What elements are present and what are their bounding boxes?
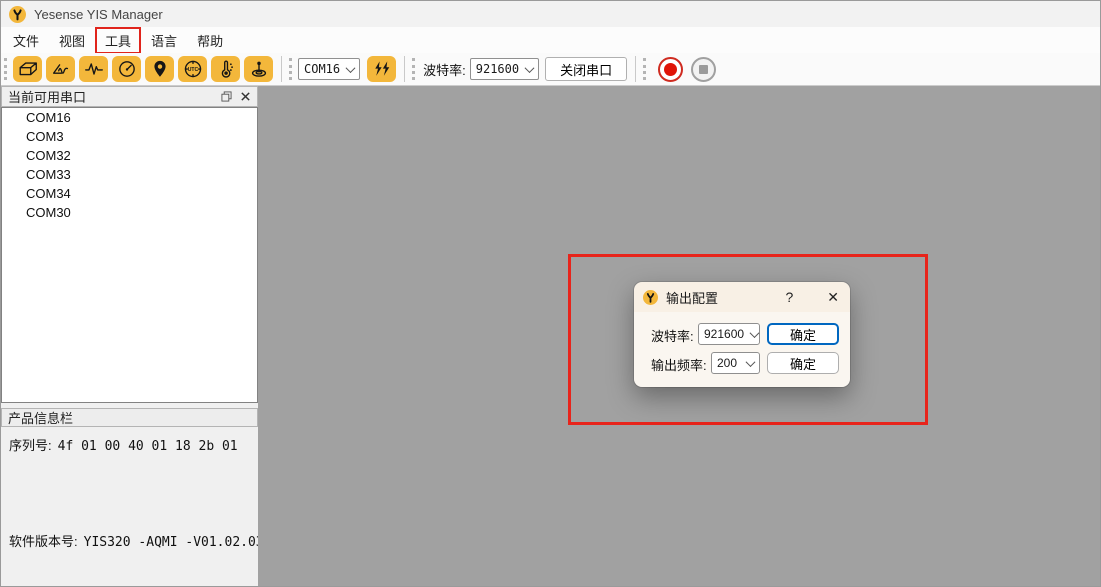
toolbar-drag-handle[interactable]	[289, 58, 293, 80]
com-port-value: COM16	[304, 62, 340, 76]
baud-rate-value: 921600	[476, 62, 519, 76]
menu-help[interactable]: 帮助	[187, 27, 233, 54]
dialog-help-icon[interactable]: ?	[785, 289, 793, 305]
dialog-title-bar: 输出配置 ? ✕	[634, 282, 850, 312]
available-ports-title: 当前可用串口	[8, 87, 213, 106]
stop-button[interactable]	[691, 57, 716, 82]
antenna-icon[interactable]	[244, 56, 273, 82]
window-title: Yesense YIS Manager	[34, 7, 163, 22]
toolbar-separator	[281, 56, 282, 82]
serial-number-row: 序列号: 4f 01 00 40 01 18 2b 01	[9, 435, 238, 454]
baud-rate-select[interactable]: 921600	[470, 58, 539, 80]
close-serial-port-button[interactable]: 关闭串口	[545, 57, 627, 81]
dialog-freq-row: 输出频率: 200 确定	[634, 352, 850, 374]
software-version-value: YIS320 -AQMI -V01.02.03;	[84, 535, 272, 550]
dialog-baud-ok-button[interactable]: 确定	[767, 323, 839, 345]
com-port-select[interactable]: COM16	[298, 58, 360, 80]
chevron-down-icon	[346, 63, 356, 73]
float-panel-icon[interactable]	[221, 91, 232, 102]
workspace: 输出配置 ? ✕ 波特率: 921600 确定 输出频率: 200	[258, 86, 1101, 587]
product-info-title: 产品信息栏	[8, 408, 73, 427]
serial-number-label: 序列号:	[9, 435, 52, 454]
record-icon	[664, 63, 677, 76]
cube-icon[interactable]	[13, 56, 42, 82]
left-dock-panel: 当前可用串口 COM16 COM3 COM32 COM33 COM34 COM3…	[1, 86, 258, 587]
list-item-port[interactable]: COM16	[2, 108, 257, 127]
toolbar-drag-handle[interactable]	[4, 58, 8, 80]
stop-icon	[699, 65, 708, 74]
title-bar: Yesense YIS Manager	[1, 1, 1100, 27]
software-version-label: 软件版本号:	[9, 531, 78, 550]
location-pin-icon[interactable]	[145, 56, 174, 82]
software-version-row: 软件版本号: YIS320 -AQMI -V01.02.03;	[9, 531, 271, 550]
baud-rate-label: 波特率:	[423, 60, 466, 79]
toolbar-separator	[404, 56, 405, 82]
close-panel-icon[interactable]	[240, 91, 251, 102]
menu-view[interactable]: 视图	[49, 27, 95, 54]
dialog-baud-row: 波特率: 921600 确定	[634, 323, 850, 345]
dialog-close-icon[interactable]: ✕	[827, 289, 839, 306]
waveform-icon[interactable]	[79, 56, 108, 82]
available-ports-panel-header: 当前可用串口	[1, 86, 258, 107]
yesense-logo-icon	[643, 290, 658, 305]
toolbar: UTC COM16 波特率: 921600 关闭串口	[1, 53, 1100, 86]
output-config-dialog: 输出配置 ? ✕ 波特率: 921600 确定 输出频率: 200	[634, 282, 850, 387]
dialog-baud-select[interactable]: 921600	[698, 323, 760, 345]
refresh-ports-icon[interactable]	[367, 56, 396, 82]
chevron-down-icon	[525, 63, 535, 73]
dialog-freq-ok-button[interactable]: 确定	[767, 352, 839, 374]
utc-clock-icon[interactable]: UTC	[178, 56, 207, 82]
menu-file[interactable]: 文件	[3, 27, 49, 54]
dialog-baud-value: 921600	[704, 327, 744, 341]
menu-bar: 文件 视图 工具 语言 帮助	[1, 27, 1100, 53]
list-item-port[interactable]: COM32	[2, 146, 257, 165]
app-window: Yesense YIS Manager 文件 视图 工具 语言 帮助 UTC	[0, 0, 1101, 587]
list-item-port[interactable]: COM33	[2, 165, 257, 184]
dialog-freq-value: 200	[717, 356, 740, 370]
dialog-freq-select[interactable]: 200	[711, 352, 760, 374]
attitude-wave-icon[interactable]	[46, 56, 75, 82]
record-button[interactable]	[658, 57, 683, 82]
list-item-port[interactable]: COM3	[2, 127, 257, 146]
chevron-down-icon	[746, 357, 756, 367]
gauge-icon[interactable]	[112, 56, 141, 82]
dialog-title: 输出配置	[666, 288, 785, 307]
toolbar-drag-handle[interactable]	[412, 58, 416, 80]
menu-tools[interactable]: 工具	[95, 27, 141, 54]
yesense-logo-icon	[9, 6, 26, 23]
serial-number-value: 4f 01 00 40 01 18 2b 01	[58, 439, 238, 454]
list-item-port[interactable]: COM30	[2, 203, 257, 222]
svg-text:UTC: UTC	[187, 67, 198, 73]
toolbar-drag-handle[interactable]	[643, 58, 647, 80]
menu-language[interactable]: 语言	[141, 27, 187, 54]
dialog-baud-label: 波特率:	[651, 326, 694, 345]
thermometer-icon[interactable]	[211, 56, 240, 82]
list-item-port[interactable]: COM34	[2, 184, 257, 203]
product-info-header: 产品信息栏	[1, 408, 258, 427]
chevron-down-icon	[750, 328, 760, 338]
dialog-freq-label: 输出频率:	[651, 355, 707, 374]
serial-port-list: COM16 COM3 COM32 COM33 COM34 COM30	[1, 107, 258, 403]
toolbar-separator	[635, 56, 636, 82]
